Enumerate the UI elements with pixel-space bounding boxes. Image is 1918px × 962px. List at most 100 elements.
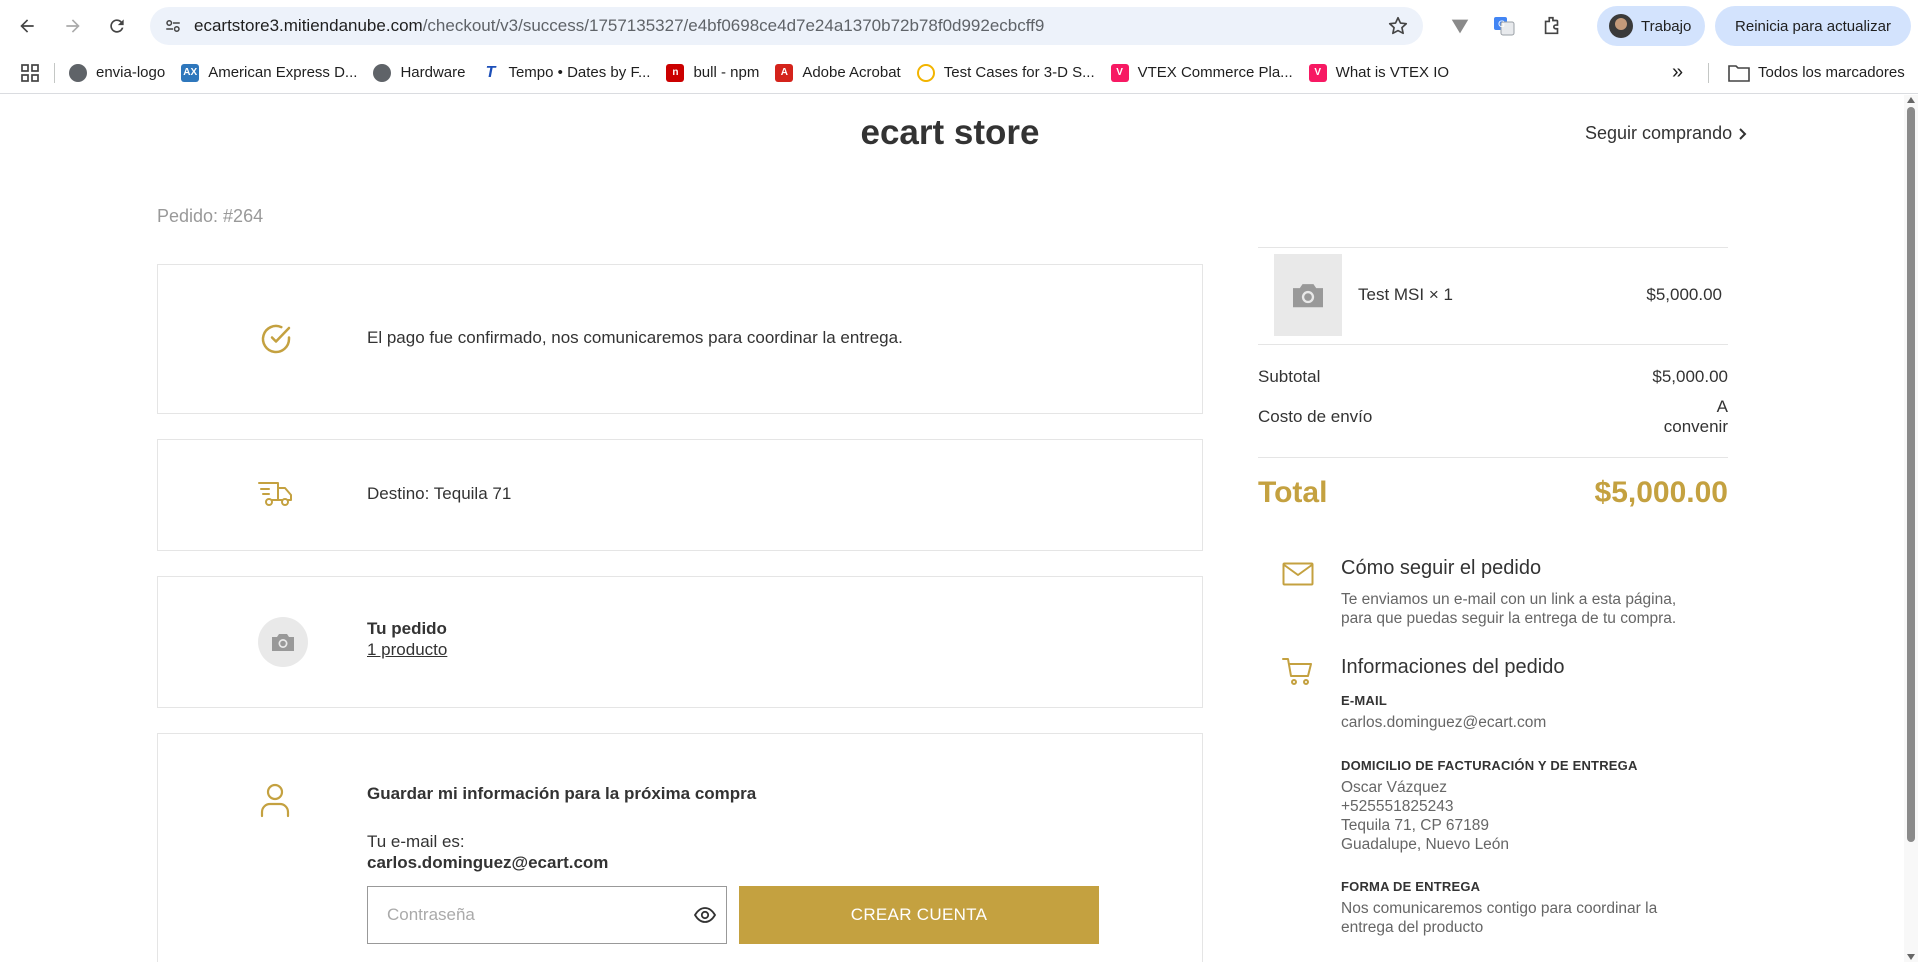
create-account-button[interactable]: CREAR CUENTA — [739, 886, 1099, 944]
bookmark-test-cases[interactable]: Test Cases for 3-D S... — [909, 58, 1103, 88]
npm-icon: n — [666, 63, 685, 82]
payment-confirmed-card: El pago fue confirmado, nos comunicaremo… — [157, 264, 1203, 414]
bookmark-label: Adobe Acrobat — [802, 64, 901, 81]
order-email-value: carlos.dominguez@ecart.com — [1341, 714, 1547, 731]
scroll-down-arrow-icon[interactable] — [1907, 954, 1915, 960]
site-settings-icon[interactable] — [162, 15, 184, 37]
subtotal-row: Subtotal $5,000.00 — [1258, 345, 1728, 386]
extensions-puzzle-icon[interactable] — [1538, 12, 1566, 40]
more-label: » — [1672, 61, 1684, 83]
acrobat-icon: A — [775, 63, 794, 82]
apps-grid-icon — [21, 63, 39, 82]
bookmark-label: bull - npm — [693, 64, 760, 81]
bookmark-star-icon[interactable] — [1387, 15, 1409, 37]
address-street: Tequila 71, CP 67189 — [1341, 817, 1489, 834]
email-label: E-MAIL — [1341, 693, 1387, 708]
browser-toolbar: ecartstore3.mitiendanube.com/checkout/v3… — [0, 0, 1918, 52]
bookmark-vtex-io[interactable]: V What is VTEX IO — [1301, 58, 1457, 88]
shipping-label: Costo de envío — [1258, 407, 1373, 426]
bookmarks-bar: envia-logo AX American Express D... Hard… — [0, 52, 1918, 94]
camera-icon — [1274, 254, 1342, 336]
apps-button[interactable] — [0, 58, 48, 88]
url-path: /checkout/v3/success/1757135327/e4bf0698… — [422, 16, 1045, 35]
arrow-right-icon — [66, 19, 80, 33]
check-circle-icon — [258, 321, 294, 357]
bookmark-amex[interactable]: AX American Express D... — [173, 58, 365, 88]
arrow-left-icon — [20, 19, 34, 33]
your-order-card: Tu pedido 1 producto — [157, 576, 1203, 708]
amex-icon: AX — [181, 63, 200, 82]
shipping-value-line2: convenir — [1663, 417, 1728, 436]
keep-shopping-label: Seguir comprando — [1585, 123, 1733, 143]
vtex-icon: V — [1308, 63, 1327, 82]
bookmark-vtex-commerce[interactable]: V VTEX Commerce Pla... — [1103, 58, 1301, 88]
email-intro: Tu e-mail es: — [367, 832, 465, 851]
destination-text: Destino: Tequila 71 — [367, 484, 512, 503]
total-label: Total — [1258, 476, 1328, 509]
bookmark-bull-npm[interactable]: n bull - npm — [658, 58, 767, 88]
follow-title: Cómo seguir el pedido — [1341, 557, 1542, 579]
address-phone: +525551825243 — [1341, 798, 1454, 815]
more-bookmarks-button[interactable]: » — [1664, 58, 1691, 88]
save-info-title: Guardar mi información para la próxima c… — [367, 784, 757, 803]
bookmark-label: What is VTEX IO — [1335, 64, 1450, 81]
page-scrollbar[interactable] — [1904, 95, 1918, 962]
reload-icon — [110, 19, 124, 33]
all-bookmarks-label: Todos los marcadores — [1758, 64, 1905, 81]
checkout-success-page: ecart store Seguir comprando Pedido: #26… — [0, 95, 1904, 962]
bookmark-adobe-acrobat[interactable]: A Adobe Acrobat — [767, 58, 908, 88]
follow-text-line2: para que puedas seguir la entrega de tu … — [1341, 610, 1677, 627]
save-info-card: Guardar mi información para la próxima c… — [157, 733, 1203, 962]
order-number: Pedido: #264 — [157, 206, 264, 226]
order-info-section: Informaciones del pedido E-MAIL carlos.d… — [1258, 655, 1728, 962]
delivery-label: FORMA DE ENTREGA — [1341, 879, 1481, 894]
bookmark-label: American Express D... — [208, 64, 358, 81]
vtex-extension-icon[interactable] — [1446, 12, 1474, 40]
bookmark-label: Hardware — [400, 64, 466, 81]
eye-icon[interactable] — [694, 906, 716, 924]
globe-icon — [69, 63, 87, 82]
chevron-right-icon — [1739, 127, 1747, 140]
keep-shopping-link[interactable]: Seguir comprando — [1585, 123, 1748, 144]
envelope-icon — [1282, 562, 1314, 586]
delivery-text-line2: entrega del producto — [1341, 919, 1484, 936]
scroll-up-arrow-icon[interactable] — [1907, 97, 1915, 103]
shipping-row: Costo de envío A convenir — [1258, 383, 1728, 457]
product-price: $5,000.00 — [1646, 285, 1722, 304]
user-icon — [258, 782, 292, 818]
order-products-link[interactable]: 1 producto — [367, 640, 447, 660]
profile-button[interactable]: Trabajo — [1597, 6, 1705, 46]
password-field[interactable]: Contraseña — [367, 886, 727, 944]
password-placeholder: Contraseña — [387, 905, 475, 924]
bookmark-envia-logo[interactable]: envia-logo — [61, 58, 173, 88]
bookmark-hardware[interactable]: Hardware — [365, 58, 473, 88]
bookmark-tempo[interactable]: T Tempo • Dates by F... — [473, 58, 658, 88]
translate-extension-icon[interactable]: G — [1490, 12, 1518, 40]
payment-message: El pago fue confirmado, nos comunicaremo… — [367, 328, 903, 347]
bookmarks-divider — [1708, 62, 1709, 83]
destination-card: Destino: Tequila 71 — [157, 439, 1203, 551]
summary-product-row: Test MSI × 1 $5,000.00 — [1258, 248, 1728, 344]
address-bar[interactable]: ecartstore3.mitiendanube.com/checkout/v3… — [150, 7, 1423, 45]
globe-icon — [373, 63, 392, 82]
folder-icon — [1728, 64, 1750, 82]
forward-button[interactable] — [55, 8, 91, 44]
svg-text:G: G — [1498, 20, 1505, 30]
profile-label: Trabajo — [1641, 17, 1692, 35]
bookmark-label: Tempo • Dates by F... — [508, 64, 651, 81]
cart-icon — [1282, 658, 1312, 685]
follow-order-section: Cómo seguir el pedido Te enviamos un e-m… — [1258, 555, 1728, 645]
address-name: Oscar Vázquez — [1341, 779, 1447, 796]
back-button[interactable] — [9, 8, 45, 44]
all-bookmarks-button[interactable]: Todos los marcadores — [1720, 58, 1913, 88]
reload-button[interactable] — [99, 8, 135, 44]
address-label: DOMICILIO DE FACTURACIÓN Y DE ENTREGA — [1341, 758, 1638, 773]
scrollbar-thumb[interactable] — [1907, 107, 1915, 842]
update-label: Reinicia para actualizar — [1735, 17, 1891, 35]
shipping-value-line1: A — [1716, 397, 1728, 416]
bookmark-label: Test Cases for 3-D S... — [943, 64, 1095, 81]
order-title: Tu pedido — [367, 619, 447, 638]
bookmark-label: VTEX Commerce Pla... — [1137, 64, 1293, 81]
update-button[interactable]: Reinicia para actualizar — [1715, 6, 1911, 46]
test-cases-icon — [916, 63, 935, 82]
